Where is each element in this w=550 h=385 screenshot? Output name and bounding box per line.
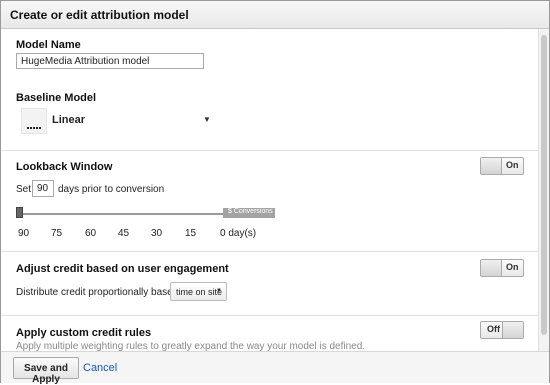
dialog-titlebar: Create or edit attribution model (1, 1, 549, 29)
dialog-footer: Save and Apply Cancel (1, 351, 549, 385)
tick-label: 90 (18, 228, 30, 239)
section-divider (1, 251, 539, 252)
toggle-label: Off (487, 324, 500, 334)
dialog-title: Create or edit attribution model (10, 8, 189, 22)
tick-label: 0 day(s) (220, 228, 257, 239)
baseline-model-value: Linear (52, 114, 86, 126)
engagement-metric-select[interactable]: time on site ▼ (170, 282, 227, 301)
section-divider (1, 150, 539, 151)
model-name-label: Model Name (16, 39, 81, 51)
tick-label: 45 (118, 228, 130, 239)
slider-end-tag: $ Conversions (223, 208, 275, 218)
scrollbar-thumb[interactable] (541, 35, 547, 335)
tick-label: 30 (151, 228, 163, 239)
engagement-toggle[interactable]: On (480, 259, 524, 277)
linear-model-icon (21, 108, 47, 134)
cancel-link[interactable]: Cancel (83, 362, 117, 374)
custom-rules-description: Apply multiple weighting rules to greatl… (16, 341, 366, 351)
lookback-window-label: Lookback Window (16, 161, 113, 173)
chevron-down-icon: ▼ (216, 288, 222, 294)
lookback-slider[interactable]: $ Conversions (16, 205, 276, 221)
toggle-knob (481, 260, 502, 276)
lookback-days-input[interactable] (32, 180, 54, 197)
baseline-model-label: Baseline Model (16, 92, 97, 104)
slider-track (20, 213, 224, 215)
content-scrollbar[interactable] (538, 29, 549, 351)
attribution-model-dialog: Create or edit attribution model Model N… (0, 0, 550, 385)
slider-end-label: $ Conversions (228, 208, 273, 215)
model-name-input[interactable] (16, 53, 204, 69)
custom-rules-label: Apply custom credit rules (16, 327, 152, 339)
set-label: Set (16, 184, 32, 195)
tick-label: 60 (85, 228, 97, 239)
lookback-toggle[interactable]: On (480, 157, 524, 175)
section-divider (1, 315, 539, 316)
tick-label: 15 (185, 228, 197, 239)
toggle-label: On (506, 160, 519, 170)
slider-handle[interactable] (16, 207, 23, 218)
toggle-knob (502, 322, 523, 338)
engagement-label: Adjust credit based on user engagement (16, 263, 229, 275)
distribute-label: Distribute credit proportionally based o… (16, 287, 193, 298)
custom-rules-toggle[interactable]: Off (480, 321, 524, 339)
toggle-knob (481, 158, 502, 174)
toggle-label: On (506, 262, 519, 272)
dialog-content: Model Name Baseline Model Linear ▼ Lookb… (1, 29, 539, 351)
baseline-model-dropdown[interactable]: Linear ▼ (21, 108, 216, 134)
tick-label: 75 (51, 228, 63, 239)
save-and-apply-button[interactable]: Save and Apply (13, 357, 79, 385)
chevron-down-icon: ▼ (203, 115, 211, 124)
days-suffix-label: days prior to conversion (58, 184, 165, 195)
